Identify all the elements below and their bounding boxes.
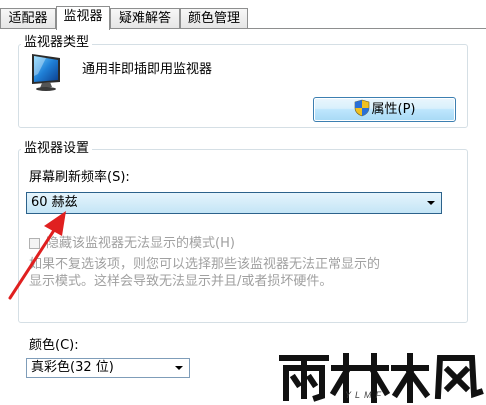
refresh-rate-dropdown[interactable]: 60 赫兹 xyxy=(26,192,442,214)
colors-label: 颜色(C): xyxy=(29,338,79,353)
properties-button[interactable]: 属性(P) xyxy=(313,97,456,122)
monitor-name: 通用非即插即用监视器 xyxy=(82,62,213,77)
monitor-settings-title: 监视器设置 xyxy=(21,141,93,157)
colors-value: 真彩色(32 位) xyxy=(31,360,114,375)
tab-troubleshoot[interactable]: 疑难解答 xyxy=(110,8,180,28)
monitor-icon xyxy=(30,52,64,92)
monitor-type-title: 监视器类型 xyxy=(21,35,93,51)
tab-monitor[interactable]: 监视器 xyxy=(56,6,110,30)
properties-button-label: 属性(P) xyxy=(371,102,416,117)
tab-color-management[interactable]: 颜色管理 xyxy=(180,8,248,28)
hide-modes-description-line1: 如果不复选该项，则您可以选择那些该监视器无法正常显示的 xyxy=(29,257,381,272)
tab-bar: 适配器 监视器 疑难解答 颜色管理 xyxy=(0,6,486,30)
display-properties-dialog: 适配器 监视器 疑难解答 颜色管理 监视器类型 通用非即插即用监视器 属性(P)… xyxy=(0,0,486,405)
tab-adapter[interactable]: 适配器 xyxy=(0,8,56,28)
hide-modes-checkbox[interactable] xyxy=(29,238,40,249)
uac-shield-icon xyxy=(354,99,370,117)
hide-modes-label: 隐藏该监视器无法显示的模式(H) xyxy=(46,236,235,251)
chevron-down-icon xyxy=(427,201,435,205)
ylmf-logo-subtext: YLMF xyxy=(345,390,386,400)
refresh-rate-label: 屏幕刷新频率(S): xyxy=(29,170,130,185)
colors-dropdown[interactable]: 真彩色(32 位) xyxy=(26,358,190,378)
refresh-rate-value: 60 赫兹 xyxy=(31,195,78,210)
chevron-down-icon xyxy=(175,366,183,370)
hide-modes-description-line2: 显示模式。这样会导致无法显示并且/或者损坏硬件。 xyxy=(29,274,333,289)
